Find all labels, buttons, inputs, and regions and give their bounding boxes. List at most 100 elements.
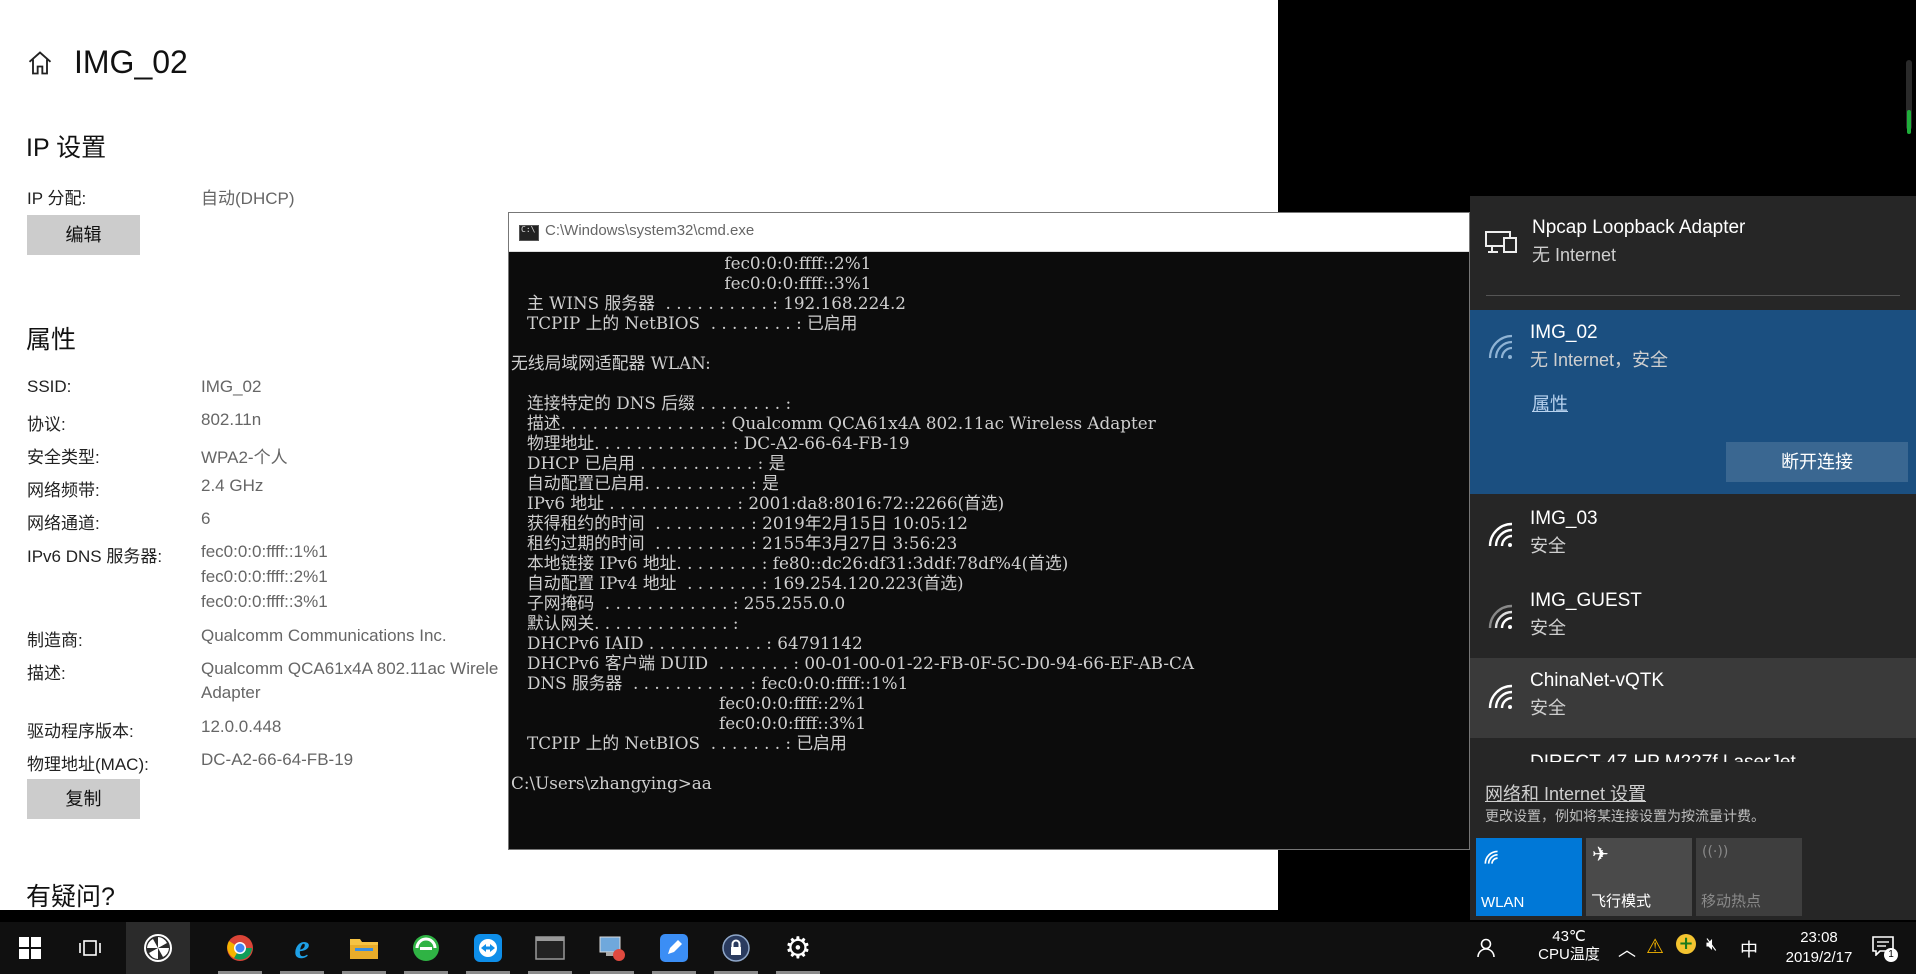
page-header: IMG_02 [26, 44, 188, 81]
taskbar-app-pinwheel[interactable] [126, 922, 190, 974]
internet-explorer-icon: e [294, 929, 310, 966]
prop-label: 网络频带: [27, 481, 100, 500]
taskbar-app-vpn[interactable] [710, 922, 762, 974]
console-line: fec0:0:0:ffff::3%1 [511, 273, 872, 293]
notification-count-badge: 1 [1884, 948, 1898, 962]
disconnect-button[interactable]: 断开连接 [1726, 442, 1908, 482]
prop-label: 物理地址(MAC): [27, 755, 149, 774]
network-name: IMG_02 [1530, 322, 1598, 343]
quick-action-label: 飞行模式 [1591, 893, 1652, 910]
gear-icon: ⚙ [784, 930, 812, 966]
network-item-img03[interactable]: IMG_03 安全 [1470, 496, 1916, 576]
taskbar-app-ie[interactable]: e [276, 922, 328, 974]
cmd-window[interactable]: C:\Windows\system32\cmd.exe fec0:0:0:fff… [508, 212, 1470, 850]
lock-icon [722, 934, 750, 962]
console-line: DNS 服务器 . . . . . . . . . . . : fec0:0:0… [511, 673, 909, 693]
console-line: fec0:0:0:ffff::2%1 [511, 253, 872, 273]
network-warning-icon[interactable]: ⚠ [1646, 934, 1664, 958]
taskbar: e ⚙ 43℃ CPU温度 ︿ ⚠ + 🔇︎ 中 23:08 2019/2/17… [0, 922, 1916, 974]
network-item-npcap[interactable]: Npcap Loopback Adapter 无 Internet [1470, 196, 1916, 296]
console-line: 默认网关. . . . . . . . . . . . . : [511, 613, 739, 633]
wifi-icon [1488, 334, 1513, 359]
prop-label: 驱动程序版本: [27, 722, 134, 741]
taskbar-app-browser-green[interactable] [400, 922, 452, 974]
volume-muted-icon[interactable]: 🔇︎ [1706, 934, 1717, 955]
ip-assign-row: IP 分配: 自动(DHCP) [27, 184, 547, 212]
chevron-up-icon[interactable]: ︿ [1618, 936, 1636, 962]
divider [1486, 295, 1900, 296]
network-name: IMG_GUEST [1530, 590, 1642, 611]
prop-value: IMG_02 [201, 377, 262, 396]
cpu-temp-widget[interactable]: 43℃ CPU温度 [1524, 928, 1614, 964]
properties-heading: 属性 [26, 326, 77, 354]
task-view-icon [79, 940, 101, 956]
network-item-img-guest[interactable]: IMG_GUEST 安全 [1470, 578, 1916, 658]
edit-button[interactable]: 编辑 [27, 215, 140, 255]
prop-security: 安全类型: WPA2-个人 [27, 443, 547, 471]
console-line: 自动配置 IPv4 地址 . . . . . . . : 169.254.120… [511, 573, 964, 593]
console-line: 描述. . . . . . . . . . . . . . . : Qualco… [511, 413, 1156, 433]
prop-label: 描述: [27, 664, 66, 683]
home-icon[interactable] [26, 49, 54, 77]
cmd-console[interactable]: fec0:0:0:ffff::2%1 fec0:0:0:ffff::3%1 主 … [511, 253, 1469, 849]
wifi-icon [1488, 684, 1513, 709]
copy-button[interactable]: 复制 [27, 779, 140, 819]
network-item-direct-hp[interactable]: DIRECT-47-HP M227f LaserJet [1470, 748, 1916, 762]
console-line: DHCP 已启用 . . . . . . . . . . . : 是 [511, 453, 786, 473]
wifi-icon [1484, 850, 1498, 864]
network-status: 无 Internet [1532, 245, 1617, 265]
clock-time: 23:08 [1800, 929, 1838, 946]
console-line: TCPIP 上的 NetBIOS . . . . . . . : 已启用 [511, 733, 847, 753]
prop-band: 网络频带: 2.4 GHz [27, 476, 547, 504]
console-line: DHCPv6 客户端 DUID . . . . . . . : 00-01-00… [511, 653, 1194, 673]
hotspot-icon: ((·)) [1702, 844, 1729, 860]
ime-indicator[interactable]: 中 [1740, 936, 1758, 962]
pinwheel-icon [144, 934, 172, 962]
taskbar-app-cmd[interactable] [524, 922, 576, 974]
scrollbar-thumb[interactable] [1907, 110, 1911, 134]
network-item-img02-selected[interactable]: IMG_02 无 Internet，安全 属性 断开连接 [1470, 310, 1916, 494]
network-item-chinanet[interactable]: ChinaNet-vQTK 安全 [1470, 658, 1916, 738]
cmd-titlebar[interactable]: C:\Windows\system32\cmd.exe [509, 213, 1469, 252]
prop-label: 制造商: [27, 631, 83, 650]
taskbar-app-explorer[interactable] [338, 922, 390, 974]
properties-link[interactable]: 属性 [1532, 390, 1568, 416]
taskbar-app-chrome[interactable] [214, 922, 266, 974]
console-line: 连接特定的 DNS 后缀 . . . . . . . . : [511, 393, 792, 413]
taskbar-app-feishu[interactable] [648, 922, 700, 974]
prop-label: SSID: [27, 377, 72, 396]
network-settings-link[interactable]: 网络和 Internet 设置 [1485, 780, 1646, 806]
taskbar-app-teamviewer[interactable] [462, 922, 514, 974]
prop-mac: 物理地址(MAC): DC-A2-66-64-FB-19 [27, 750, 547, 778]
plus-app-icon[interactable]: + [1676, 934, 1696, 954]
ip-assign-value: 自动(DHCP) [201, 189, 295, 208]
prop-value: fec0:0:0:ffff::3%1 [201, 592, 328, 611]
taskbar-app-remote[interactable] [586, 922, 638, 974]
cpu-temp-label: CPU温度 [1538, 946, 1600, 963]
console-line: 物理地址. . . . . . . . . . . . . : DC-A2-66… [511, 433, 910, 453]
start-button[interactable] [4, 922, 56, 974]
quick-action-hotspot[interactable]: ((·)) 移动热点 [1696, 838, 1802, 916]
ethernet-icon [1485, 231, 1517, 253]
prop-value: fec0:0:0:ffff::2%1 [201, 567, 328, 586]
task-view-button[interactable] [64, 922, 116, 974]
network-status: 安全 [1530, 536, 1566, 556]
taskbar-app-settings[interactable]: ⚙ [772, 922, 824, 974]
prop-value: Adapter [201, 683, 261, 702]
prop-manufacturer: 制造商: Qualcomm Communications Inc. [27, 626, 547, 654]
console-line: 获得租约的时间 . . . . . . . . . : 2019年2月15日 1… [511, 513, 968, 533]
remote-desktop-icon [599, 936, 625, 961]
action-center-button[interactable]: 1 [1872, 936, 1898, 962]
ip-settings-heading: IP 设置 [26, 134, 107, 162]
quick-action-wlan[interactable]: WLAN [1476, 838, 1582, 916]
prop-value: WPA2-个人 [201, 448, 288, 467]
clock[interactable]: 23:08 2019/2/17 [1770, 928, 1868, 968]
people-button[interactable] [1466, 922, 1506, 974]
prop-label: 安全类型: [27, 448, 100, 467]
quick-action-airplane[interactable]: ✈ 飞行模式 [1586, 838, 1692, 916]
wifi-icon [1488, 522, 1513, 547]
cpu-temp-value: 43℃ [1552, 928, 1586, 945]
